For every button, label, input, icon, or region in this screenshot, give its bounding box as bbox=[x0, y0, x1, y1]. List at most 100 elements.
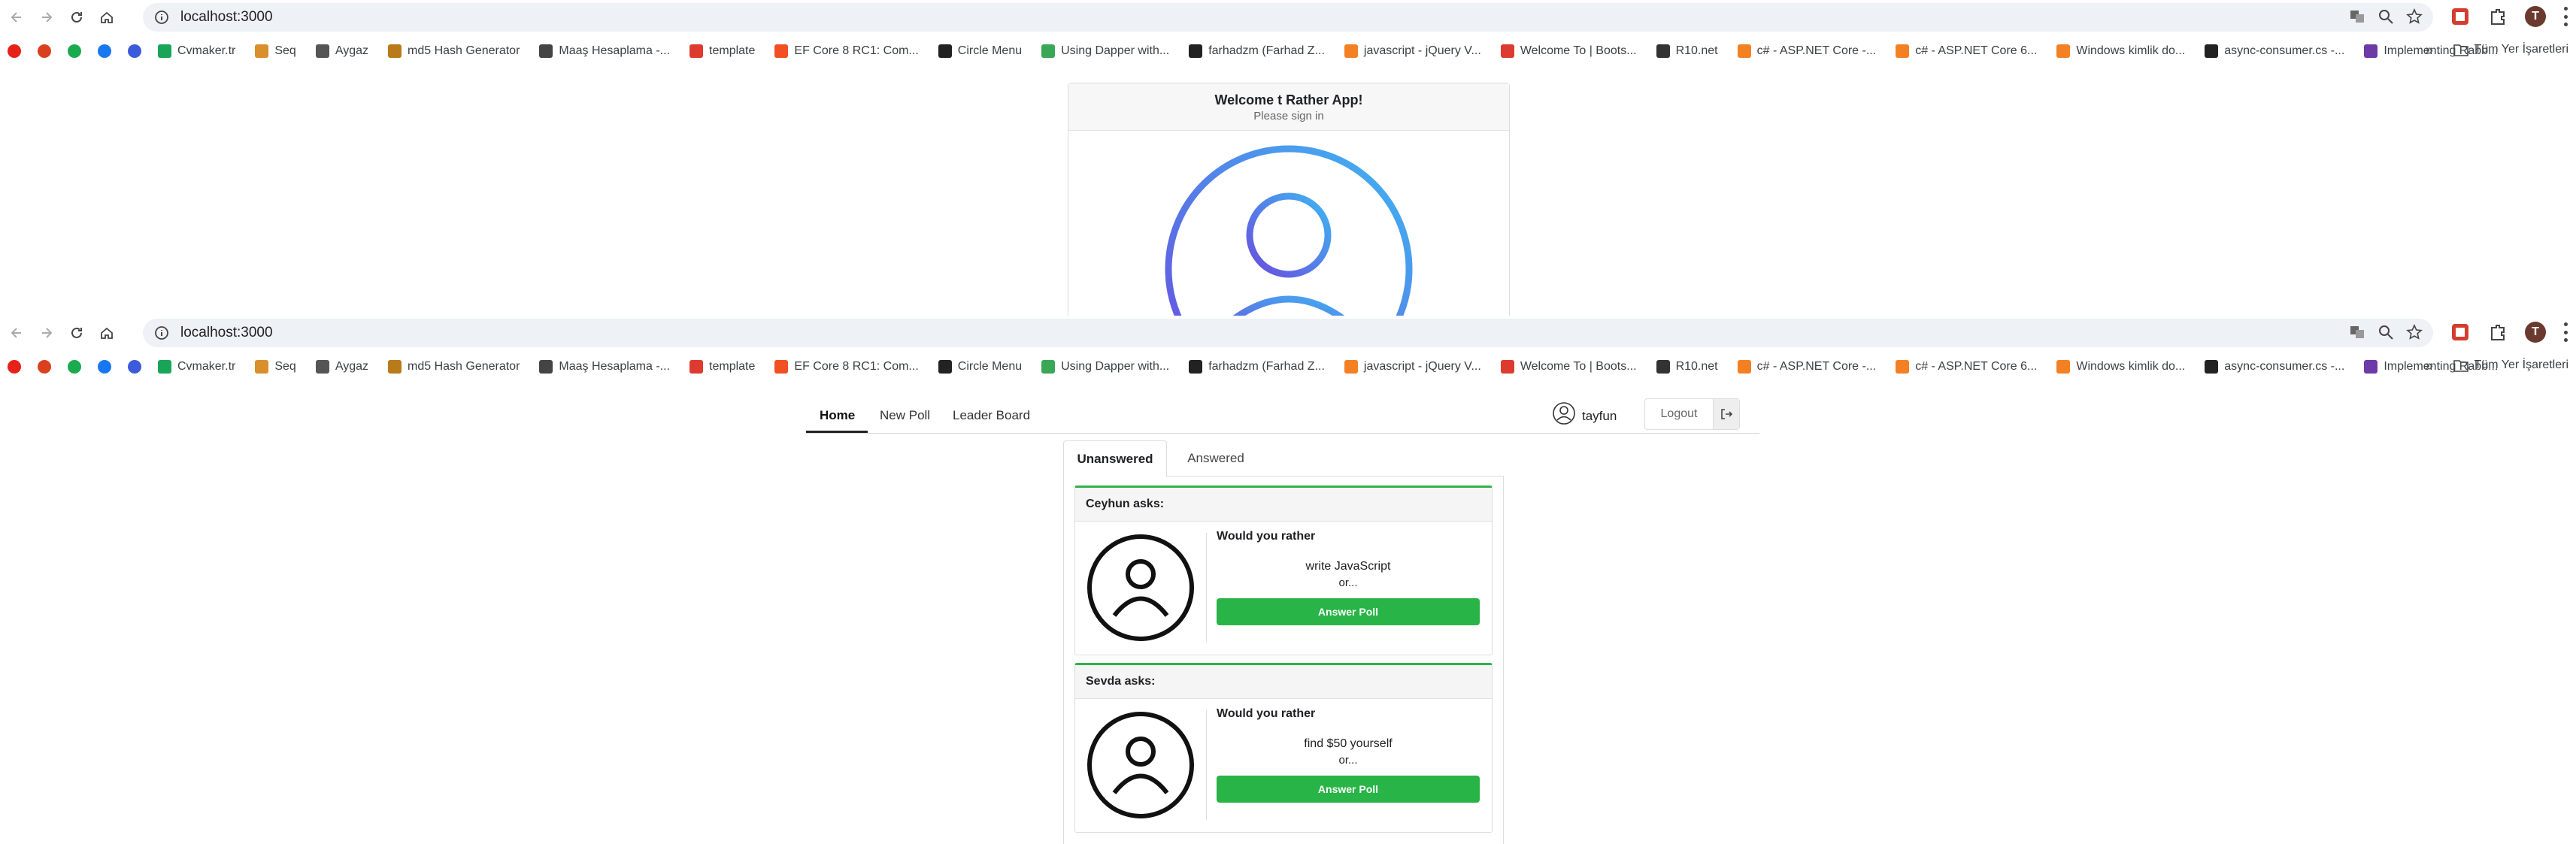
menu-icon[interactable] bbox=[2562, 7, 2568, 26]
back-icon[interactable] bbox=[3, 4, 30, 31]
extension-red-icon[interactable] bbox=[2450, 6, 2471, 27]
bookmark-label[interactable]: Maaş Hesaplama -... bbox=[559, 360, 670, 374]
bookmark-label[interactable]: Welcome To | Boots... bbox=[1520, 360, 1637, 374]
bookmark-item[interactable]: async-consumer.cs -... bbox=[2205, 360, 2344, 374]
bookmark-label[interactable]: EF Core 8 RC1: Com... bbox=[794, 44, 918, 58]
site-info-icon[interactable] bbox=[153, 9, 170, 26]
bookmark-label[interactable]: Using Dapper with... bbox=[1061, 360, 1169, 374]
bookmark-item[interactable]: Using Dapper with... bbox=[1041, 360, 1169, 374]
bookmark-item[interactable]: farhadzm (Farhad Z... bbox=[1189, 360, 1325, 374]
bookmark-item[interactable]: R10.net bbox=[1656, 44, 1718, 58]
bookmark-item[interactable]: c# - ASP.NET Core -... bbox=[1737, 360, 1876, 374]
answer-poll-button[interactable]: Answer Poll bbox=[1217, 776, 1480, 803]
bookmark-label[interactable]: javascript - jQuery V... bbox=[1364, 360, 1481, 374]
bookmark-item[interactable] bbox=[68, 360, 87, 374]
logout-button[interactable]: Logout bbox=[1644, 398, 1740, 430]
bookmark-item[interactable]: c# - ASP.NET Core -... bbox=[1737, 44, 1877, 58]
bookmark-item[interactable] bbox=[98, 44, 117, 58]
bookmark-item[interactable]: c# - ASP.NET Core 6... bbox=[1896, 360, 2037, 374]
bookmark-item[interactable]: Using Dapper with... bbox=[1041, 44, 1169, 58]
bookmark-label[interactable]: Using Dapper with... bbox=[1061, 44, 1169, 58]
translate-icon[interactable] bbox=[2349, 8, 2365, 25]
bookmark-item[interactable]: Cvmaker.tr bbox=[158, 44, 235, 58]
answer-poll-button[interactable]: Answer Poll bbox=[1217, 598, 1480, 625]
bookmark-label[interactable]: Cvmaker.tr bbox=[177, 44, 235, 58]
bookmark-label[interactable]: Windows kimlik do... bbox=[2076, 44, 2185, 58]
bookmark-item[interactable]: Aygaz bbox=[315, 360, 368, 374]
reload-icon[interactable] bbox=[63, 319, 90, 346]
bookmark-label[interactable]: c# - ASP.NET Core -... bbox=[1757, 44, 1877, 58]
all-bookmarks-label[interactable]: Tüm Yer İşaretleri bbox=[2474, 43, 2568, 56]
bookmark-item[interactable]: md5 Hash Generator bbox=[388, 44, 520, 58]
bookmark-item[interactable]: md5 Hash Generator bbox=[388, 360, 520, 374]
bookmark-label[interactable]: Welcome To | Boots... bbox=[1520, 44, 1637, 58]
bookmark-item[interactable]: Maaş Hesaplama -... bbox=[539, 44, 670, 58]
nav-home[interactable]: Home bbox=[820, 408, 855, 423]
back-icon[interactable] bbox=[3, 319, 30, 346]
zoom-icon[interactable] bbox=[2377, 8, 2394, 25]
star-icon[interactable] bbox=[2406, 324, 2423, 340]
logout-icon[interactable] bbox=[1714, 399, 1739, 429]
reload-icon[interactable] bbox=[63, 4, 90, 31]
bookmark-label[interactable]: async-consumer.cs -... bbox=[2224, 44, 2344, 58]
site-info-icon[interactable] bbox=[153, 325, 170, 341]
bookmark-item[interactable]: farhadzm (Farhad Z... bbox=[1189, 44, 1325, 58]
bookmark-item[interactable]: EF Core 8 RC1: Com... bbox=[774, 360, 919, 374]
tab-unanswered[interactable]: Unanswered bbox=[1063, 440, 1167, 477]
bookmark-label[interactable]: md5 Hash Generator bbox=[408, 360, 520, 374]
bookmark-item[interactable] bbox=[8, 360, 27, 374]
bookmark-label[interactable]: Circle Menu bbox=[958, 360, 1022, 374]
bookmark-item[interactable]: R10.net bbox=[1656, 360, 1718, 374]
bookmark-item[interactable]: Welcome To | Boots... bbox=[1500, 360, 1637, 374]
bookmark-item[interactable] bbox=[38, 360, 57, 374]
address-bar[interactable]: localhost:3000 bbox=[143, 3, 2433, 32]
bookmark-item[interactable] bbox=[128, 44, 147, 58]
bookmark-item[interactable]: Windows kimlik do... bbox=[2056, 44, 2185, 58]
bookmark-item[interactable] bbox=[128, 360, 147, 374]
bookmark-label[interactable]: Seq bbox=[274, 360, 295, 374]
bookmark-label[interactable]: R10.net bbox=[1676, 360, 1718, 374]
address-bar[interactable]: localhost:3000 bbox=[143, 319, 2433, 347]
bookmark-item[interactable] bbox=[68, 44, 87, 58]
bookmark-item[interactable] bbox=[8, 44, 27, 58]
bookmark-label[interactable]: Aygaz bbox=[335, 360, 368, 374]
star-icon[interactable] bbox=[2406, 8, 2423, 25]
bookmark-item[interactable]: javascript - jQuery V... bbox=[1344, 360, 1481, 374]
bookmark-label[interactable]: EF Core 8 RC1: Com... bbox=[794, 360, 918, 374]
logout-label[interactable]: Logout bbox=[1645, 399, 1714, 429]
all-bookmarks-folder[interactable]: Tüm Yer İşaretleri bbox=[2453, 43, 2568, 56]
home-icon[interactable] bbox=[93, 4, 120, 31]
nav-leader-board[interactable]: Leader Board bbox=[953, 408, 1030, 423]
bookmark-label[interactable]: R10.net bbox=[1676, 44, 1718, 58]
bookmark-label[interactable]: Circle Menu bbox=[958, 44, 1022, 58]
bookmark-item[interactable]: Windows kimlik do... bbox=[2056, 360, 2185, 374]
bookmark-item[interactable] bbox=[38, 44, 57, 58]
bookmark-label[interactable]: c# - ASP.NET Core 6... bbox=[1915, 44, 2037, 58]
bookmark-item[interactable]: Circle Menu bbox=[938, 360, 1022, 374]
translate-icon[interactable] bbox=[2349, 324, 2365, 340]
forward-icon[interactable] bbox=[33, 4, 60, 31]
zoom-icon[interactable] bbox=[2377, 324, 2394, 340]
bookmark-label[interactable]: farhadzm (Farhad Z... bbox=[1208, 360, 1325, 374]
bookmark-item[interactable] bbox=[98, 360, 117, 374]
bookmarks-more-icon[interactable]: » bbox=[2425, 358, 2433, 375]
bookmark-label[interactable]: javascript - jQuery V... bbox=[1364, 44, 1481, 58]
bookmark-item[interactable]: template bbox=[689, 44, 755, 58]
bookmark-item[interactable]: EF Core 8 RC1: Com... bbox=[774, 44, 919, 58]
bookmark-label[interactable]: Aygaz bbox=[335, 44, 368, 58]
bookmark-item[interactable]: javascript - jQuery V... bbox=[1344, 44, 1481, 58]
bookmark-item[interactable]: template bbox=[689, 360, 755, 374]
url-text[interactable]: localhost:3000 bbox=[180, 325, 273, 341]
bookmarks-more-icon[interactable]: » bbox=[2425, 42, 2433, 59]
all-bookmarks-folder[interactable]: Tüm Yer İşaretleri bbox=[2453, 358, 2568, 372]
bookmark-item[interactable]: Seq bbox=[255, 44, 296, 58]
bookmark-label[interactable]: farhadzm (Farhad Z... bbox=[1208, 44, 1325, 58]
bookmark-label[interactable]: template bbox=[709, 44, 755, 58]
tab-answered[interactable]: Answered bbox=[1174, 440, 1257, 476]
bookmark-label[interactable]: Cvmaker.tr bbox=[177, 360, 235, 374]
extensions-puzzle-icon[interactable] bbox=[2487, 322, 2508, 343]
bookmark-label[interactable]: template bbox=[709, 360, 755, 374]
bookmark-label[interactable]: c# - ASP.NET Core 6... bbox=[1915, 360, 2037, 374]
bookmark-item[interactable]: Circle Menu bbox=[938, 44, 1022, 58]
extension-red-icon[interactable] bbox=[2450, 322, 2471, 343]
